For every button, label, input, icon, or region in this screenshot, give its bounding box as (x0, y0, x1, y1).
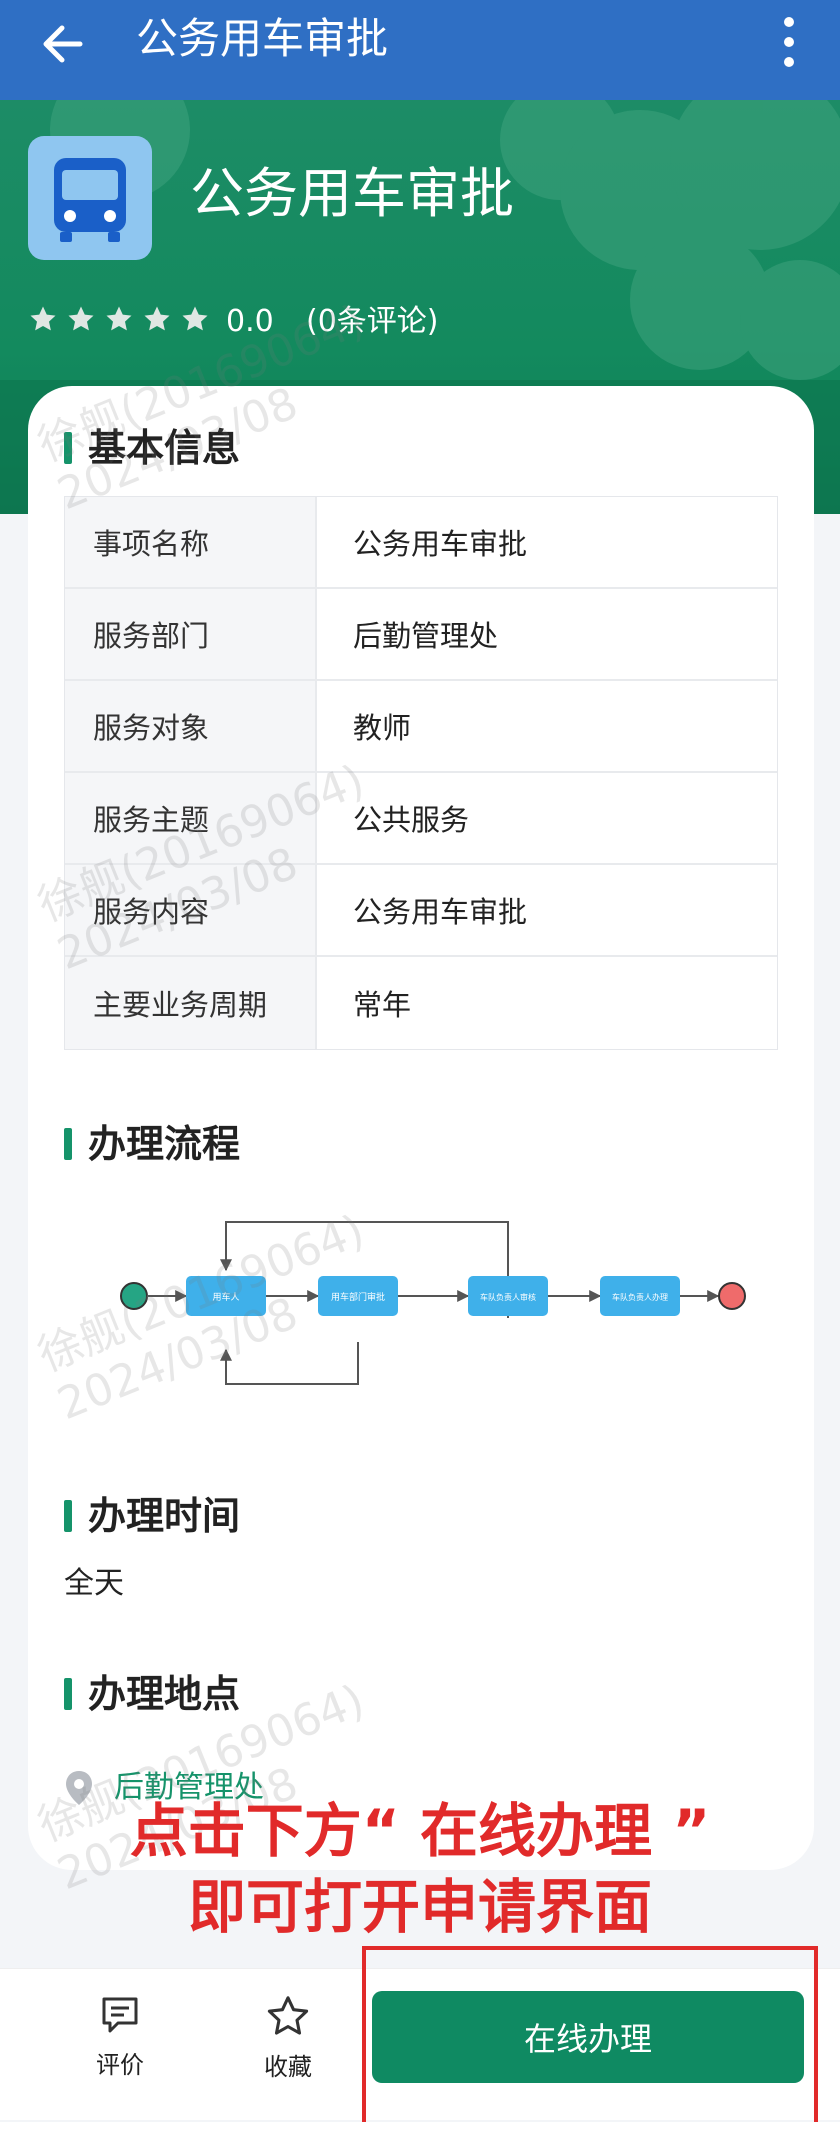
bus-icon (54, 158, 126, 242)
basic-info-table: 事项名称 公务用车审批 服务部门 后勤管理处 服务对象 教师 服务主题 公共服务… (64, 496, 778, 1050)
table-row: 事项名称 公务用车审批 (65, 497, 777, 589)
table-row: 服务对象 教师 (65, 681, 777, 773)
table-row: 服务主题 公共服务 (65, 773, 777, 865)
info-value: 常年 (353, 988, 412, 1022)
flow-node-label: 车队负责人审核 (480, 1292, 536, 1302)
info-label: 服务对象 (65, 681, 317, 771)
annotation-line-2: 即可打开申请界面 (187, 1873, 652, 1941)
table-row: 服务内容 公务用车审批 (65, 865, 777, 957)
flow-start-node (120, 1282, 148, 1310)
favorite-label: 收藏 (264, 2053, 312, 2081)
handling-time: 全天 (64, 1566, 124, 1601)
info-label: 服务部门 (65, 589, 317, 679)
flow-node-label: 用车人 (212, 1291, 239, 1303)
star-icon (182, 306, 208, 331)
flow-node-label: 车队负责人办理 (612, 1292, 668, 1302)
rating-score: 0.0 (226, 304, 274, 339)
flow-end-node (718, 1282, 746, 1310)
rating-stars[interactable] (28, 304, 210, 334)
top-app-bar: 公务用车审批 (0, 0, 840, 100)
info-label: 服务内容 (65, 865, 317, 955)
star-outline-icon (267, 1996, 309, 2035)
star-icon (106, 306, 132, 331)
system-navigation-bar (0, 2122, 840, 2150)
info-value: 公共服务 (353, 803, 470, 837)
table-row: 主要业务周期 常年 (65, 957, 777, 1049)
star-icon (144, 306, 170, 331)
review-count: (0条评论) (306, 304, 439, 339)
app-icon (28, 136, 152, 260)
process-flow-diagram: 用车人 用车部门审批 车队负责人审核 车队负责人办理 (120, 1221, 746, 1385)
star-icon (68, 306, 94, 331)
back-arrow-icon[interactable] (36, 16, 92, 72)
info-value: 公务用车审批 (353, 527, 528, 561)
section-title-time: 办理时间 (64, 1492, 240, 1540)
annotation-line-1: 点击下方“ 在线办理 ” (129, 1797, 711, 1865)
info-label: 事项名称 (65, 497, 317, 587)
info-label: 服务主题 (65, 773, 317, 863)
table-row: 服务部门 后勤管理处 (65, 589, 777, 681)
star-icon (30, 306, 56, 331)
info-value: 教师 (353, 711, 412, 745)
section-title-process: 办理流程 (64, 1120, 240, 1168)
review-button[interactable]: 评价 (60, 1993, 180, 2103)
info-label: 主要业务周期 (65, 957, 317, 1049)
section-title-basic-info: 基本信息 (64, 424, 240, 472)
more-options-icon[interactable] (774, 12, 804, 72)
highlight-box (362, 1946, 818, 2132)
flow-node-label: 用车部门审批 (331, 1291, 385, 1303)
favorite-button[interactable]: 收藏 (228, 1993, 348, 2103)
section-title-location: 办理地点 (64, 1670, 240, 1718)
app-title: 公务用车审批 (190, 162, 514, 225)
detail-card: 基本信息 事项名称 公务用车审批 服务部门 后勤管理处 服务对象 教师 服务主题… (28, 295, 814, 1900)
review-label: 评价 (96, 2051, 144, 2079)
page-title: 公务用车审批 (136, 14, 389, 63)
info-value: 公务用车审批 (353, 895, 528, 929)
comment-icon (102, 1997, 138, 2033)
info-value: 后勤管理处 (353, 619, 499, 653)
